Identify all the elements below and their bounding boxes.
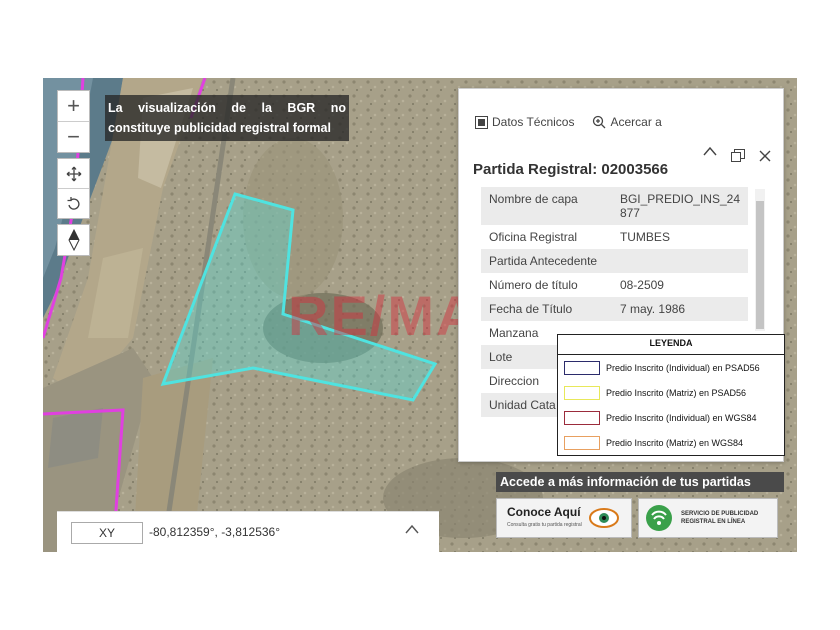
attr-key: Número de título	[489, 278, 578, 292]
scrollbar-thumb[interactable]	[756, 201, 764, 329]
table-row: Oficina Registral TUMBES	[481, 225, 748, 249]
legend-item: Predio Inscrito (Matriz) en WGS84	[558, 430, 784, 455]
attr-key: Fecha de Título	[481, 297, 612, 321]
dock-icon[interactable]	[731, 149, 745, 163]
table-row: Partida Antecedente	[481, 249, 748, 273]
rotate-icon	[67, 196, 80, 210]
legend-item: Predio Inscrito (Individual) en PSAD56	[558, 355, 784, 380]
attr-value	[611, 249, 748, 273]
attr-value: 7 may. 1986	[611, 297, 748, 321]
legend-label: Predio Inscrito (Individual) en WGS84	[606, 412, 757, 423]
legend-swatch	[564, 385, 600, 400]
legend-swatch	[564, 435, 600, 450]
pan-button[interactable]	[58, 159, 89, 188]
legend-title: LEYENDA	[558, 335, 784, 355]
square-icon	[475, 115, 488, 129]
sunarp-logo-icon	[646, 505, 672, 531]
conoce-aqui-button[interactable]: Conoce Aquí Consulta gratis tu partida r…	[496, 498, 632, 538]
servicio-publicidad-button[interactable]: SERVICIO DE PUBLICIDAD REGISTRAL EN LÍNE…	[638, 498, 778, 538]
legend-item: Predio Inscrito (Matriz) en PSAD56	[558, 380, 784, 405]
datos-tecnicos-label: Datos Técnicos	[492, 115, 575, 129]
legend-panel: LEYENDA Predio Inscrito (Individual) en …	[557, 334, 785, 456]
attr-value: TUMBES	[619, 230, 670, 244]
legend-label: Predio Inscrito (Individual) en PSAD56	[606, 362, 760, 373]
popup-title: Partida Registral: 02003566	[473, 161, 669, 178]
zoom-out-button[interactable]: −	[58, 121, 89, 152]
attr-key: Nombre de capa	[481, 187, 612, 225]
pan-arrows-icon	[66, 166, 81, 181]
zoom-control: + −	[57, 90, 90, 153]
coord-readout: -80,812359°, -3,812536°	[149, 525, 281, 539]
eye-icon	[589, 508, 619, 528]
rotate-button[interactable]	[58, 188, 89, 218]
conoce-aqui-sub: Consulta gratis tu partida registral	[507, 522, 582, 528]
legend-label: Predio Inscrito (Matriz) en PSAD56	[606, 387, 747, 398]
map-view[interactable]: + − La visualización de la BGR no consti…	[43, 78, 797, 552]
legend-label: Predio Inscrito (Matriz) en WGS84	[606, 437, 744, 448]
acercar-label: Acercar a	[610, 115, 662, 129]
close-icon[interactable]	[759, 150, 771, 162]
compass-button[interactable]	[57, 224, 90, 256]
coordinate-bar: XY -80,812359°, -3,812536°	[57, 511, 439, 553]
coord-format-button[interactable]: XY	[71, 522, 143, 544]
compass-icon	[67, 229, 80, 251]
attr-value: BGI_PREDIO_INS_24 877	[611, 187, 748, 225]
zoom-in-button[interactable]: +	[58, 91, 89, 121]
attr-key: Partida Antecedente	[481, 249, 612, 273]
table-row: Fecha de Título 7 may. 1986	[481, 297, 748, 321]
attr-key: Oficina Registral	[489, 230, 578, 244]
table-row: Nombre de capa BGI_PREDIO_INS_24 877	[481, 187, 748, 225]
conoce-aqui-label: Conoce Aquí	[507, 505, 581, 519]
servicio-label: SERVICIO DE PUBLICIDAD REGISTRAL EN LÍNE…	[681, 511, 759, 525]
legend-swatch	[564, 410, 600, 425]
datos-tecnicos-button[interactable]: Datos Técnicos	[475, 115, 574, 129]
navigation-control	[57, 158, 90, 219]
legend-swatch	[564, 360, 600, 375]
zoom-to-icon	[593, 115, 606, 129]
chevron-up-icon[interactable]	[703, 146, 717, 156]
legend-item: Predio Inscrito (Individual) en WGS84	[558, 405, 784, 430]
table-row: Número de título 08-2509	[481, 273, 748, 297]
banner-heading: Accede a más información de tus partidas	[496, 472, 784, 492]
acercar-button[interactable]: Acercar a	[592, 115, 662, 129]
attr-value: 08-2509	[619, 278, 664, 292]
promo-banner: Accede a más información de tus partidas…	[496, 472, 784, 538]
popup-scrollbar[interactable]	[755, 189, 765, 331]
chevron-up-icon[interactable]	[405, 524, 419, 534]
disclaimer-note: La visualización de la BGR no constituye…	[105, 95, 349, 141]
